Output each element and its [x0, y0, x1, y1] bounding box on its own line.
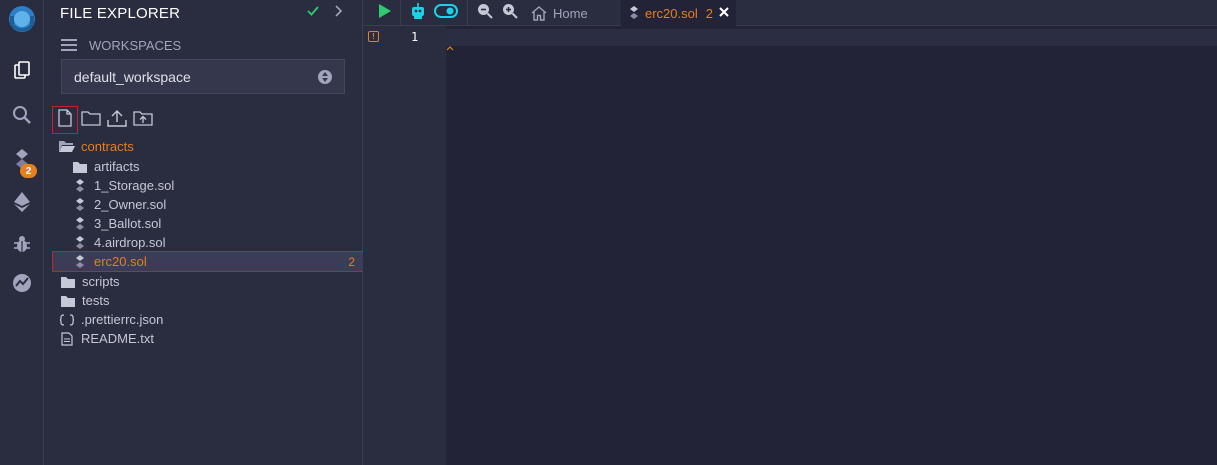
- tab-error-count: 2: [705, 5, 713, 21]
- json-file-icon: [59, 312, 75, 328]
- workspace-select[interactable]: default_workspace: [61, 59, 345, 94]
- folder-icon: [60, 274, 76, 290]
- tree-folder-scripts[interactable]: scripts: [60, 272, 370, 291]
- workspaces-label: WORKSPACES: [89, 38, 182, 53]
- tree-label: 1_Storage.sol: [94, 178, 175, 193]
- solidity-file-icon: [629, 6, 639, 20]
- line-number: 1: [411, 30, 419, 44]
- tree-folder-artifacts[interactable]: artifacts: [72, 157, 382, 176]
- tree-file-erc20[interactable]: erc20.sol 2: [52, 251, 364, 272]
- solidity-file-icon: [72, 216, 88, 232]
- editor-current-line[interactable]: [446, 29, 1217, 46]
- remix-ide: 2 FILE EXPLORER WORKSPACES default_works…: [0, 0, 1217, 465]
- upload-folder-icon: [133, 110, 153, 131]
- folder-open-icon: [59, 139, 75, 155]
- solidity-file-icon: [72, 197, 88, 213]
- solidity-file-icon: [72, 178, 88, 194]
- new-folder-button[interactable]: [79, 107, 103, 133]
- chevron-right-icon[interactable]: [333, 4, 345, 23]
- run-button[interactable]: [375, 0, 395, 26]
- tab-label: erc20.sol: [645, 5, 698, 21]
- select-caret-icon: [318, 70, 332, 84]
- hamburger-menu-icon[interactable]: [61, 38, 77, 57]
- workspace-select-value: default_workspace: [74, 68, 191, 85]
- deploy-run-icon[interactable]: [0, 185, 44, 219]
- new-file-icon: [58, 108, 72, 132]
- tab-home[interactable]: Home: [531, 0, 621, 26]
- tree-label: scripts: [82, 274, 120, 289]
- text-file-icon: [59, 331, 75, 347]
- ai-copilot-button[interactable]: [407, 0, 429, 26]
- error-squiggle-icon: [446, 38, 454, 56]
- toggle-on-icon: [434, 3, 458, 23]
- tree-file-storage[interactable]: 1_Storage.sol: [72, 176, 382, 195]
- file-explorer-icon[interactable]: [0, 53, 44, 87]
- tree-label: 2_Owner.sol: [94, 197, 167, 212]
- copilot-toggle[interactable]: [433, 0, 459, 26]
- editor-gutter: ! 1: [363, 26, 446, 465]
- zoom-out-icon: [477, 3, 493, 24]
- zoom-in-button[interactable]: [500, 0, 520, 26]
- upload-icon: [107, 109, 127, 132]
- search-icon[interactable]: [0, 98, 44, 132]
- new-file-button[interactable]: [52, 106, 78, 134]
- tree-file-owner[interactable]: 2_Owner.sol: [72, 195, 382, 214]
- folder-icon: [60, 293, 76, 309]
- home-icon: [531, 5, 547, 21]
- tab-label: Home: [553, 5, 588, 21]
- tree-label: contracts: [81, 139, 134, 154]
- tree-file-readme[interactable]: README.txt: [59, 329, 369, 348]
- tree-file-ballot[interactable]: 3_Ballot.sol: [72, 214, 382, 233]
- close-icon[interactable]: [718, 6, 730, 21]
- panel-title: FILE EXPLORER: [60, 5, 181, 22]
- debugger-icon[interactable]: [0, 227, 44, 261]
- toolbar-divider: [400, 0, 401, 26]
- tree-label: 4.airdrop.sol: [94, 235, 166, 250]
- icon-rail: 2: [0, 0, 44, 465]
- error-count: 2: [348, 254, 355, 269]
- upload-file-button[interactable]: [105, 107, 129, 133]
- solidity-file-icon: [72, 254, 88, 270]
- tree-label: erc20.sol: [94, 254, 147, 269]
- upload-folder-button[interactable]: [131, 107, 155, 133]
- analytics-icon[interactable]: [0, 266, 44, 300]
- compiler-error-badge: 2: [20, 164, 37, 178]
- zoom-out-button[interactable]: [475, 0, 495, 26]
- remix-logo-icon[interactable]: [0, 2, 44, 36]
- tree-file-airdrop[interactable]: 4.airdrop.sol: [72, 233, 382, 252]
- tree-label: tests: [82, 293, 110, 308]
- tree-label: 3_Ballot.sol: [94, 216, 162, 231]
- tab-erc20[interactable]: erc20.sol 2: [621, 0, 736, 26]
- check-icon: [306, 4, 320, 23]
- tree-folder-contracts[interactable]: contracts: [59, 137, 369, 156]
- editor-toolbar: Home erc20.sol 2: [363, 0, 1217, 26]
- play-icon: [378, 3, 392, 24]
- tree-label: .prettierrc.json: [81, 312, 164, 327]
- tree-file-prettierrc[interactable]: .prettierrc.json: [59, 310, 369, 329]
- zoom-in-icon: [502, 3, 518, 24]
- file-explorer-panel: FILE EXPLORER WORKSPACES default_workspa…: [44, 0, 364, 465]
- robot-icon: [409, 2, 427, 25]
- new-folder-icon: [81, 110, 101, 131]
- folder-icon: [72, 159, 88, 175]
- solidity-file-icon: [72, 235, 88, 251]
- tree-label: artifacts: [94, 159, 140, 174]
- toolbar-divider: [467, 0, 468, 26]
- tree-folder-tests[interactable]: tests: [60, 291, 370, 310]
- warning-marker-icon[interactable]: !: [368, 31, 379, 42]
- tree-label: README.txt: [81, 331, 154, 346]
